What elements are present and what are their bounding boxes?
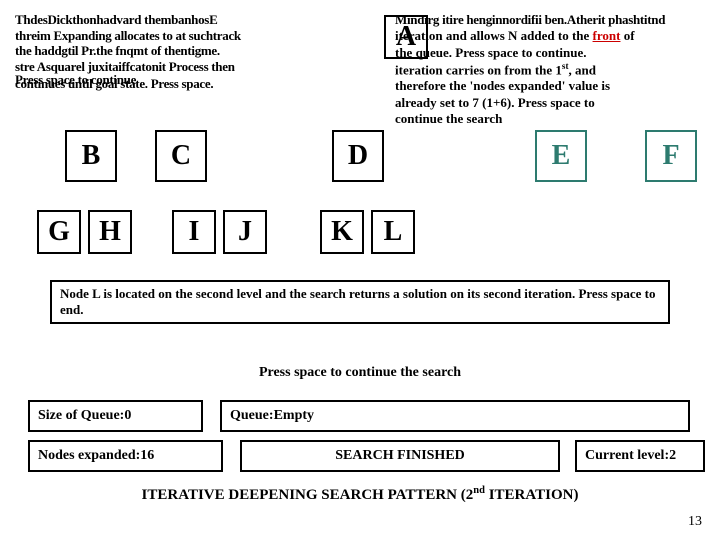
- node-d: D: [332, 130, 384, 182]
- node-i: I: [172, 210, 216, 254]
- left-overlay-block: ThdesDickthonhadvard thembanhosE threim …: [15, 12, 375, 106]
- level-cell: Current level: 2: [575, 440, 705, 472]
- node-c-label: C: [171, 140, 191, 172]
- node-l: L: [371, 210, 415, 254]
- node-e: E: [535, 130, 587, 182]
- node-i-label: I: [189, 216, 200, 248]
- footer-b: ITERATION): [485, 487, 579, 503]
- queue-cell: Queue: Empty: [220, 400, 690, 432]
- node-f: F: [645, 130, 697, 182]
- prompt-text: Press space to continue the search: [259, 365, 461, 380]
- right-line-f: already set to 7 (1+6). Press space to: [395, 95, 700, 111]
- node-g-label: G: [48, 216, 70, 248]
- right-front: front: [593, 28, 621, 43]
- right-overlay-block: Mindirg itire henginnordifii ben.Atherit…: [395, 12, 700, 127]
- right-line-d: iteration carries on from the 1: [395, 62, 562, 77]
- left-line-7: continues until goal state. Press space.: [15, 76, 375, 92]
- queue-value: Empty: [274, 408, 314, 424]
- level-label: Current level:: [585, 448, 669, 464]
- message-text: Node L is located on the second level an…: [60, 286, 655, 317]
- node-b-label: B: [82, 140, 101, 172]
- node-f-label: F: [662, 140, 679, 172]
- node-h-label: H: [99, 216, 121, 248]
- right-line-a: iteration and allows N added to the: [395, 28, 593, 43]
- right-line-mix: iteration and allows N added to the fron…: [395, 28, 700, 44]
- continue-prompt[interactable]: Press space to continue the search: [0, 365, 720, 381]
- footer-a: ITERATIVE DEEPENING SEARCH PATTERN (2: [142, 487, 474, 503]
- node-l-label: L: [384, 216, 403, 248]
- level-value: 2: [669, 448, 676, 464]
- slide-number-value: 13: [688, 514, 702, 529]
- queue-label: Queue:: [230, 408, 274, 424]
- right-line-c: the queue. Press space to continue.: [395, 45, 700, 61]
- node-k-label: K: [331, 216, 353, 248]
- node-h: H: [88, 210, 132, 254]
- node-d-label: D: [348, 140, 368, 172]
- nodes-expanded-cell: Nodes expanded: 16: [28, 440, 223, 472]
- left-garbled-1: ThdesDickthonhadvard thembanhosE: [15, 12, 375, 28]
- message-box: Node L is located on the second level an…: [50, 280, 670, 324]
- node-k: K: [320, 210, 364, 254]
- queue-size-label: Size of Queue:: [38, 408, 124, 424]
- queue-size-value: 0: [124, 408, 131, 424]
- node-j: J: [223, 210, 267, 254]
- right-garbled-1: Mindirg itire henginnordifii ben.Atherit…: [395, 12, 700, 28]
- slide-number: 13: [688, 514, 702, 530]
- node-b: B: [65, 130, 117, 182]
- left-garbled-2: threim Expanding allocates to at suchtra…: [15, 28, 375, 44]
- node-c: C: [155, 130, 207, 182]
- right-line-e: therefore the 'nodes expanded' value is: [395, 78, 700, 94]
- left-garbled-3: the haddgtil Pr.the fnqmt of thentigme.: [15, 43, 375, 59]
- right-line-d-end: , and: [568, 62, 595, 77]
- status-cell: SEARCH FINISHED: [240, 440, 560, 472]
- footer-sup: nd: [473, 485, 485, 496]
- nodes-expanded-label: Nodes expanded:: [38, 448, 140, 464]
- node-g: G: [37, 210, 81, 254]
- right-line-a-end: of: [620, 28, 634, 43]
- node-j-label: J: [238, 216, 252, 248]
- node-e-label: E: [552, 140, 571, 172]
- status-text: SEARCH FINISHED: [335, 448, 465, 464]
- queue-size-cell: Size of Queue: 0: [28, 400, 203, 432]
- footer-title: ITERATIVE DEEPENING SEARCH PATTERN (2nd …: [0, 485, 720, 504]
- right-line-d-wrap: iteration carries on from the 1st, and: [395, 61, 700, 79]
- right-line-g: continue the search: [395, 111, 700, 127]
- nodes-expanded-value: 16: [140, 448, 154, 464]
